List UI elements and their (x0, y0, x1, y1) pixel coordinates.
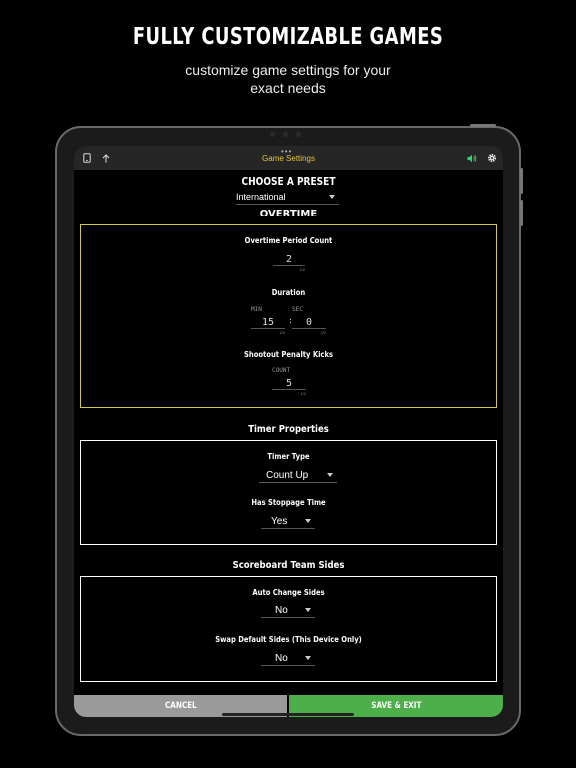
chevron-down-icon (305, 608, 311, 612)
preset-dropdown[interactable]: International (236, 191, 339, 205)
settings-scroll-area[interactable]: CHOOSE A PRESET International OVERTIME O… (74, 170, 503, 695)
app-topbar: ••• Game Settings (74, 146, 503, 170)
chevron-down-icon (327, 473, 333, 477)
duration-min-field[interactable]: 15 2/3 (251, 312, 285, 335)
duration-sec-counter: 1/2 (320, 330, 326, 335)
preset-title: CHOOSE A PRESET (241, 175, 336, 188)
cancel-button-label: CANCEL (164, 701, 197, 711)
swap-default-sides-selected: No (275, 653, 288, 664)
timer-type-dropdown[interactable]: Count Up (259, 469, 337, 483)
tablet-volume-up-button (520, 168, 523, 194)
promo-headline: FULLY CUSTOMIZABLE GAMES (132, 24, 444, 50)
overtime-period-count-field[interactable]: 2 1/2 (273, 249, 305, 272)
chevron-down-icon (305, 656, 311, 660)
promo-subline-line-1: customize game settings for your (185, 62, 391, 78)
auto-change-sides-dropdown[interactable]: No (261, 604, 315, 618)
tablet-top-button (470, 124, 496, 127)
shootout-count-field[interactable]: 5 1/2 (272, 373, 306, 396)
app-screen: ••• Game Settings CHOOSE A PRESET Intern… (74, 146, 503, 717)
speaker-icon[interactable] (465, 151, 479, 165)
auto-change-sides-label: Auto Change Sides (252, 588, 325, 597)
stoppage-dropdown[interactable]: Yes (261, 515, 315, 529)
overtime-panel: Overtime Period Count 2 1/2 Duration MIN… (80, 224, 497, 408)
timer-panel: Timer Type Count Up Has Stoppage Time Ye… (80, 440, 497, 545)
duration-sec-field[interactable]: 0 1/2 (292, 312, 326, 335)
duration-min-value: 15 (261, 317, 275, 328)
chevron-down-icon (305, 519, 311, 523)
timer-section-title: Timer Properties (248, 424, 329, 435)
shootout-count-value: 5 (285, 378, 293, 389)
stoppage-label: Has Stoppage Time (251, 498, 326, 507)
save-exit-button-label: SAVE & EXIT (370, 701, 422, 711)
shootout-count-counter: 1/2 (300, 391, 306, 396)
overtime-period-count-value: 2 (285, 254, 293, 265)
tablet-volume-down-button (520, 200, 523, 226)
app-title: Game Settings (262, 154, 315, 163)
duration-min-counter: 2/3 (279, 330, 285, 335)
duration-label: Duration (271, 288, 306, 297)
home-indicator[interactable] (222, 713, 354, 716)
promo-subline: customize game settings for your exact n… (0, 61, 576, 97)
sides-section-title: Scoreboard Team Sides (232, 560, 345, 571)
swap-default-sides-dropdown[interactable]: No (261, 652, 315, 666)
camera-array (255, 132, 315, 138)
overtime-period-count-label: Overtime Period Count (244, 236, 333, 245)
chevron-down-icon (329, 195, 335, 199)
overtime-section-title: OVERTIME (259, 209, 318, 216)
duration-sec-value: 0 (305, 317, 313, 328)
overtime-period-count-counter: 1/2 (299, 267, 305, 272)
sides-panel: Auto Change Sides No Swap Default Sides … (80, 576, 497, 682)
promo-subline-line-2: exact needs (250, 80, 326, 96)
stoppage-selected: Yes (271, 516, 288, 527)
preset-selected: International (236, 192, 286, 202)
gear-icon[interactable] (485, 151, 499, 165)
timer-type-selected: Count Up (266, 470, 309, 481)
auto-change-sides-selected: No (275, 605, 288, 616)
swap-default-sides-label: Swap Default Sides (This Device Only) (215, 635, 362, 644)
timer-type-label: Timer Type (267, 452, 310, 461)
shootout-label: Shootout Penalty Kicks (243, 350, 334, 359)
